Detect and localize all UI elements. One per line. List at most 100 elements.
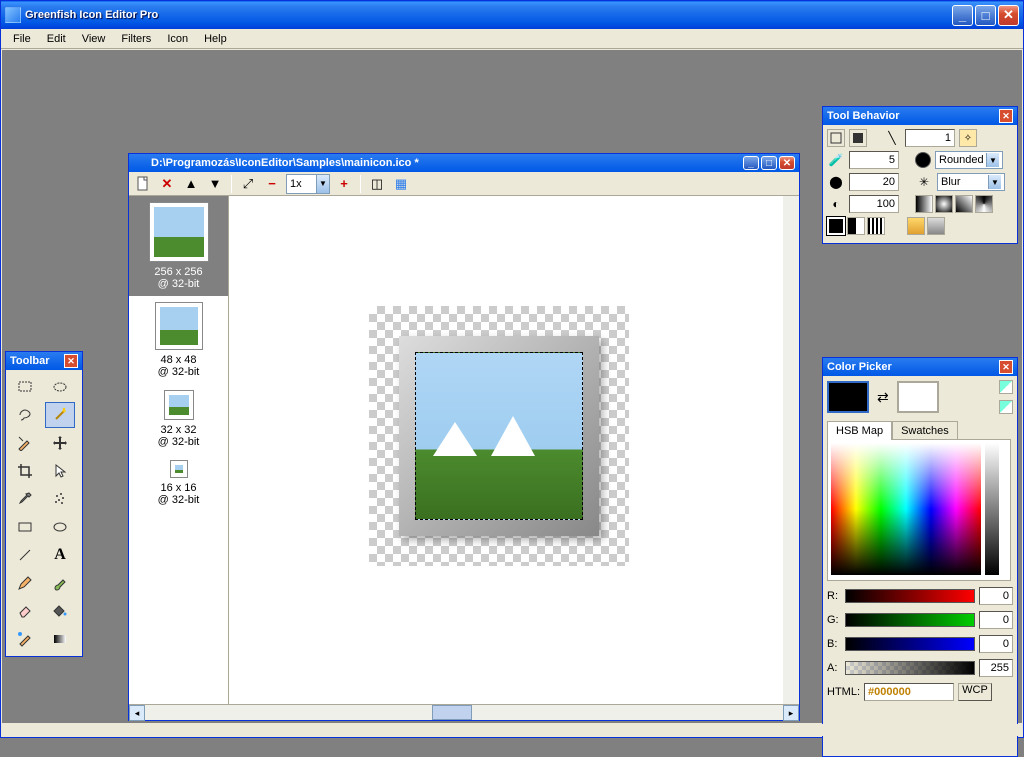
zoom-out-button[interactable]: − (262, 174, 282, 194)
doc-maximize-button[interactable]: □ (761, 156, 777, 170)
rectangle-tool[interactable] (10, 514, 40, 540)
pattern-stripes-button[interactable] (867, 217, 885, 235)
foreground-swatch[interactable] (827, 381, 869, 413)
menu-edit[interactable]: Edit (39, 31, 74, 47)
pencil-tool[interactable] (10, 570, 40, 596)
wcp-button[interactable]: WCP (958, 683, 992, 701)
grad-conical-button[interactable] (955, 195, 973, 213)
transparent-fg-button[interactable] (999, 380, 1013, 394)
page-item-32[interactable]: 32 x 32 @ 32-bit (129, 384, 228, 454)
pattern-solid-button[interactable] (827, 217, 845, 235)
eyedropper-tool[interactable] (10, 486, 40, 512)
tool-behavior-close-button[interactable]: ✕ (999, 109, 1013, 123)
tab-hsb-map[interactable]: HSB Map (827, 421, 892, 440)
page-item-48[interactable]: 48 x 48 @ 32-bit (129, 296, 228, 384)
transparent-bg-button[interactable] (999, 400, 1013, 414)
arrow-select-tool[interactable] (45, 458, 75, 484)
doc-close-button[interactable]: ✕ (779, 156, 795, 170)
rect-select-tool[interactable] (10, 374, 40, 400)
menu-filters[interactable]: Filters (113, 31, 159, 47)
grad-radial-button[interactable] (935, 195, 953, 213)
opacity-input[interactable] (849, 195, 899, 213)
tab-swatches[interactable]: Swatches (892, 421, 958, 440)
move-down-button[interactable]: ▼ (205, 174, 225, 194)
app-titlebar[interactable]: Greenfish Icon Editor Pro _ □ ✕ (1, 1, 1023, 29)
html-color-input[interactable] (864, 683, 954, 701)
menu-file[interactable]: File (5, 31, 39, 47)
zoom-in-button[interactable]: + (334, 174, 354, 194)
close-button[interactable]: ✕ (998, 5, 1019, 26)
scroll-right-button[interactable]: ▸ (783, 705, 799, 721)
toolbar-titlebar[interactable]: Toolbar ✕ (6, 352, 82, 370)
swap-colors-button[interactable]: ⇄ (877, 389, 889, 406)
grad-linear-button[interactable] (915, 195, 933, 213)
g-input[interactable] (979, 611, 1013, 629)
zoom-fit-button[interactable]: ⤢ (238, 174, 258, 194)
tool-behavior-titlebar[interactable]: Tool Behavior ✕ (823, 107, 1017, 125)
pencil-line-tool[interactable] (10, 430, 40, 456)
move-up-button[interactable]: ▲ (181, 174, 201, 194)
effect-combo[interactable]: Blur▼ (937, 173, 1005, 191)
crop-tool[interactable] (10, 458, 40, 484)
text-tool[interactable]: A (45, 542, 75, 568)
b-slider[interactable] (845, 637, 975, 651)
b-input[interactable] (979, 635, 1013, 653)
lasso-tool[interactable] (10, 402, 40, 428)
value-strip[interactable] (985, 443, 999, 575)
menu-view[interactable]: View (74, 31, 114, 47)
pages-strip[interactable]: 256 x 256 @ 32-bit 48 x 48 @ 32-bit 32 x… (129, 196, 229, 704)
wand-tool[interactable] (45, 402, 75, 428)
new-page-button[interactable] (133, 174, 153, 194)
pattern-half-button[interactable] (847, 217, 865, 235)
frame-filled-button[interactable] (849, 129, 867, 147)
menu-help[interactable]: Help (196, 31, 235, 47)
scroll-left-button[interactable]: ◂ (129, 705, 145, 721)
canvas-area[interactable] (229, 196, 799, 704)
icon-preview[interactable] (415, 352, 583, 520)
eraser-tool[interactable] (10, 598, 40, 624)
background-swatch[interactable] (897, 381, 939, 413)
doc-minimize-button[interactable]: _ (743, 156, 759, 170)
menu-icon[interactable]: Icon (159, 31, 196, 47)
color-picker-titlebar[interactable]: Color Picker ✕ (823, 358, 1017, 376)
a-input[interactable] (979, 659, 1013, 677)
gradient-tool[interactable] (45, 626, 75, 652)
r-slider[interactable] (845, 589, 975, 603)
vertical-scrollbar[interactable] (783, 196, 799, 704)
tolerance-input[interactable] (849, 151, 899, 169)
ellipse-tool[interactable] (45, 514, 75, 540)
grid-button[interactable]: ▦ (391, 174, 411, 194)
move-tool[interactable] (45, 430, 75, 456)
frame-outline-button[interactable] (827, 129, 845, 147)
delete-page-button[interactable]: ✕ (157, 174, 177, 194)
line-tool[interactable] (10, 542, 40, 568)
brush-size-input[interactable] (849, 173, 899, 191)
a-slider[interactable] (845, 661, 975, 675)
g-slider[interactable] (845, 613, 975, 627)
document-titlebar[interactable]: D:\Programozás\IconEditor\Samples\mainic… (129, 154, 799, 172)
center-button[interactable]: ◫ (367, 174, 387, 194)
line-width-input[interactable] (905, 129, 955, 147)
fill-gray-button[interactable] (927, 217, 945, 235)
r-input[interactable] (979, 587, 1013, 605)
bucket-tool[interactable] (45, 598, 75, 624)
hue-saturation-map[interactable] (831, 443, 981, 575)
shape-mode-combo[interactable]: Rounded▼ (935, 151, 1003, 169)
grad-spiral-button[interactable] (975, 195, 993, 213)
minimize-button[interactable]: _ (952, 5, 973, 26)
horizontal-scrollbar[interactable]: ◂ ▸ (129, 704, 799, 720)
scroll-thumb[interactable] (432, 705, 472, 720)
page-item-256[interactable]: 256 x 256 @ 32-bit (129, 196, 228, 296)
page-item-16[interactable]: 16 x 16 @ 32-bit (129, 454, 228, 512)
ellipse-select-tool[interactable] (45, 374, 75, 400)
toolbar-close-button[interactable]: ✕ (64, 354, 78, 368)
maximize-button[interactable]: □ (975, 5, 996, 26)
brush-tool[interactable] (45, 570, 75, 596)
color-picker-close-button[interactable]: ✕ (999, 360, 1013, 374)
fill-gold-button[interactable] (907, 217, 925, 235)
recolor-tool[interactable] (10, 626, 40, 652)
wand-options-button[interactable]: ✧ (959, 129, 977, 147)
scroll-track[interactable] (145, 705, 783, 720)
spray-tool[interactable] (45, 486, 75, 512)
zoom-combo[interactable]: 1x ▼ (286, 174, 330, 194)
